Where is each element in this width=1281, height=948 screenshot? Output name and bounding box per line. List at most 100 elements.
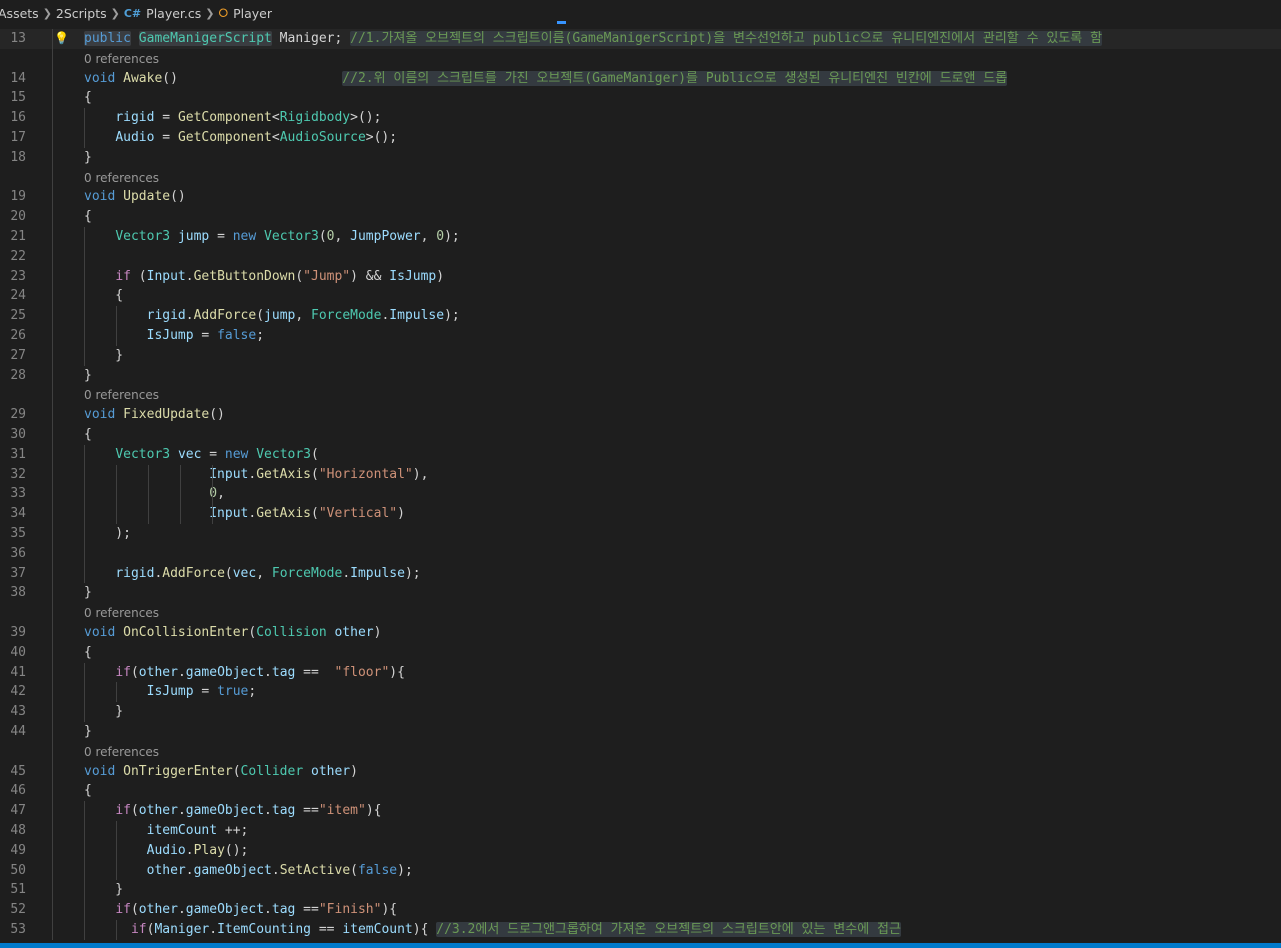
- code-token: (: [311, 466, 319, 482]
- code-token: {: [84, 427, 92, 442]
- code-token: Vector3: [115, 446, 171, 462]
- code-token: gameObject: [185, 902, 265, 918]
- code-token: GetAxis: [256, 466, 311, 482]
- code-token: ){: [412, 922, 437, 937]
- code-token: (: [311, 506, 319, 522]
- code-token: ): [350, 763, 358, 779]
- line-number: 35: [10, 526, 26, 541]
- code-line: 22: [0, 247, 1281, 267]
- code-text: void Awake() //2.위 이름의 스크립트를 가진 오브젝트(Gam…: [84, 69, 1008, 88]
- code-token: =: [154, 130, 178, 145]
- codelens-references[interactable]: 0 references: [84, 388, 159, 402]
- code-token: (: [311, 446, 319, 462]
- code-token: .: [185, 268, 194, 284]
- code-token: "item": [318, 803, 366, 819]
- code-line: 42 IsJump = true;: [0, 682, 1281, 702]
- code-line: 13 💡 public GameManigerScript Maniger; //1…: [0, 29, 1281, 49]
- code-token: rigid: [146, 308, 186, 324]
- code-text: }: [84, 583, 92, 602]
- code-token: OnCollisionEnter: [123, 625, 249, 640]
- code-token: .: [185, 842, 194, 858]
- code-token: Impulse: [350, 565, 405, 581]
- codelens-references[interactable]: 0 references: [84, 52, 159, 66]
- breadcrumb: Assets ❯ 2Scripts ❯ C# Player.cs ❯ ⭘ Pla…: [0, 0, 1281, 27]
- code-token: GetComponent: [177, 130, 272, 145]
- lightbulb-icon[interactable]: 💡: [54, 29, 69, 48]
- code-token: public: [84, 31, 131, 46]
- code-token: Maniger: [154, 922, 210, 937]
- active-indicator: [557, 21, 566, 24]
- code-token: gameObject: [185, 664, 265, 680]
- code-text: itemCount ++;: [84, 821, 249, 840]
- code-token: );: [444, 229, 460, 244]
- code-text: if(other.gameObject.tag =="item"){: [84, 801, 381, 820]
- code-token: Collision: [256, 625, 327, 640]
- line-number: 18: [10, 149, 26, 165]
- code-token: IsJump: [146, 684, 194, 700]
- code-token: >();: [365, 130, 398, 145]
- code-line: 29 void FixedUpdate(): [0, 405, 1281, 425]
- code-token: (: [256, 308, 265, 324]
- line-number: 26: [10, 328, 26, 343]
- breadcrumb-item-assets[interactable]: Assets: [0, 6, 39, 21]
- code-line: 16 rigid = GetComponent<Rigidbody>();: [0, 108, 1281, 128]
- code-token: (: [350, 862, 358, 878]
- codelens-references[interactable]: 0 references: [84, 606, 159, 620]
- breadcrumb-label: Player: [233, 6, 272, 21]
- code-line: 46 {: [0, 781, 1281, 801]
- indent-guide: [84, 662, 85, 722]
- code-token: (: [130, 803, 139, 819]
- code-token: =: [154, 110, 178, 126]
- breadcrumb-item-scripts[interactable]: 2Scripts: [56, 6, 107, 21]
- line-number: 20: [10, 209, 26, 225]
- code-line: 50 other.gameObject.SetActive(false);: [0, 861, 1281, 881]
- code-token: Vector3: [115, 229, 171, 244]
- code-token: Input: [146, 268, 186, 284]
- code-text: }: [84, 346, 123, 365]
- code-token: =: [201, 446, 225, 462]
- breadcrumb-item-class[interactable]: ⭘ Player: [218, 6, 272, 21]
- code-token: Update: [123, 189, 171, 205]
- code-text: {: [84, 425, 92, 444]
- codelens-references[interactable]: 0 references: [84, 745, 159, 759]
- code-text: Audio.Play();: [84, 841, 249, 860]
- code-token: (): [162, 70, 343, 86]
- line-number: 30: [10, 427, 26, 442]
- line-number: 44: [10, 724, 26, 739]
- code-token: AudioSource: [279, 130, 366, 145]
- line-number: 45: [10, 763, 26, 779]
- breadcrumb-item-file[interactable]: C# Player.cs: [124, 6, 201, 21]
- code-token: );: [84, 526, 131, 541]
- code-token: "Jump": [303, 268, 351, 284]
- codelens-references[interactable]: 0 references: [84, 171, 159, 185]
- code-token: Impulse: [389, 308, 445, 324]
- code-text: Vector3 vec = new Vector3(: [84, 445, 319, 464]
- code-text: void FixedUpdate(): [84, 405, 225, 424]
- code-token: ,: [334, 229, 351, 244]
- indent-guide: [212, 464, 213, 524]
- code-line: 44}: [0, 722, 1281, 742]
- code-token: ,: [295, 308, 312, 324]
- code-token: Collider: [240, 763, 304, 779]
- code-token: other: [138, 803, 178, 819]
- line-number: 52: [10, 902, 26, 918]
- code-text: }: [84, 366, 92, 385]
- code-token: "Finish": [318, 902, 382, 918]
- code-token: gameObject: [193, 862, 272, 878]
- code-token: tag: [271, 664, 296, 680]
- code-line: 21 Vector3 jump = new Vector3(0, JumpPow…: [0, 227, 1281, 247]
- code-token: (: [224, 565, 233, 581]
- code-line: 51 }: [0, 880, 1281, 900]
- code-line: 49 Audio.Play();: [0, 841, 1281, 861]
- code-token: rigid: [115, 110, 155, 126]
- code-token: ,: [256, 565, 272, 581]
- code-token: IsJump: [146, 328, 194, 343]
- code-line: 34 Input.GetAxis("Vertical"): [0, 504, 1281, 524]
- code-editor[interactable]: 13 💡 public GameManigerScript Maniger; //1…: [0, 27, 1281, 943]
